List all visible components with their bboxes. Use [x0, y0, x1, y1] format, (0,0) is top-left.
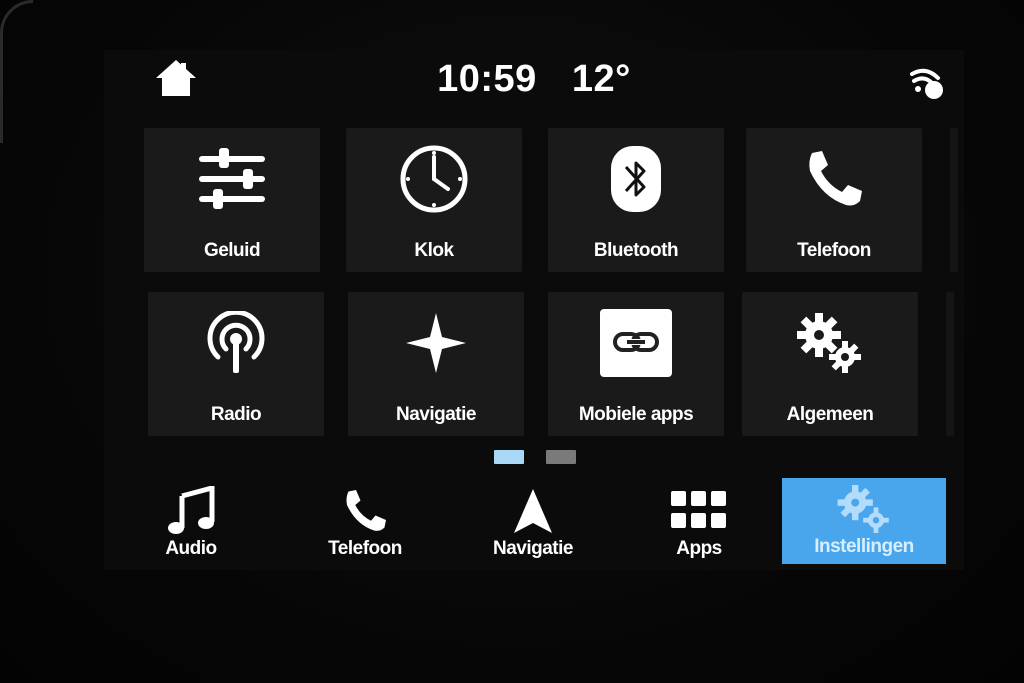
nav-audio[interactable]: Audio: [126, 480, 256, 566]
page-dot-active[interactable]: [494, 450, 524, 464]
nav-navigatie[interactable]: Navigatie: [468, 480, 598, 566]
home-icon: [156, 60, 196, 96]
compass-star-icon: [348, 298, 524, 388]
music-note-icon: [126, 486, 256, 536]
connectivity-icon: [908, 64, 946, 102]
tile-label: Geluid: [203, 240, 261, 261]
tile-label: Telefoon: [797, 240, 871, 261]
tile-label: Navigatie: [396, 404, 476, 425]
clock-icon: [346, 134, 522, 224]
gears-icon: [742, 298, 918, 388]
outside-temperature: 12°: [571, 58, 631, 100]
tile-mobiele-apps[interactable]: Mobiele apps: [548, 292, 724, 436]
nav-label: Instellingen: [814, 536, 914, 557]
status-bar: 10:59 12°: [104, 50, 964, 120]
link-icon: [548, 298, 724, 388]
radio-antenna-icon: [148, 298, 324, 388]
nav-telefoon[interactable]: Telefoon: [300, 480, 430, 566]
tile-label: Algemeen: [786, 404, 874, 425]
tile-label: Bluetooth: [593, 240, 679, 261]
tile-label: Klok: [414, 240, 454, 261]
nav-label: Apps: [676, 538, 722, 559]
sliders-icon: [144, 134, 320, 224]
next-page-peek: [946, 292, 954, 436]
tile-bluetooth[interactable]: Bluetooth: [548, 128, 724, 272]
bluetooth-icon: [548, 134, 724, 224]
nav-label: Audio: [165, 538, 217, 559]
nav-label: Navigatie: [493, 538, 573, 559]
nav-label: Telefoon: [328, 538, 402, 559]
tile-label: Radio: [210, 404, 262, 425]
nav-instellingen[interactable]: Instellingen: [782, 478, 946, 564]
tile-klok[interactable]: Klok: [346, 128, 522, 272]
nav-apps[interactable]: Apps: [634, 480, 764, 566]
tile-radio[interactable]: Radio: [148, 292, 324, 436]
touchscreen: 10:59 12° Geluid Klok Bluetooth Telefoon…: [104, 50, 964, 570]
page-indicator: [494, 450, 594, 466]
navigation-arrow-icon: [468, 486, 598, 536]
status-readout: 10:59 12°: [104, 58, 964, 101]
clock-time: 10:59: [437, 58, 537, 100]
phone-icon: [300, 486, 430, 536]
tile-telefoon[interactable]: Telefoon: [746, 128, 922, 272]
bottom-nav: Audio Telefoon Navigatie Apps Instelling…: [104, 478, 964, 570]
tile-label: Mobiele apps: [578, 404, 694, 425]
apps-grid-icon: [634, 486, 764, 536]
next-page-peek: [950, 128, 958, 272]
tile-algemeen[interactable]: Algemeen: [742, 292, 918, 436]
tile-geluid[interactable]: Geluid: [144, 128, 320, 272]
home-button[interactable]: [152, 56, 200, 100]
bezel-edge: [0, 0, 33, 143]
page-dot[interactable]: [546, 450, 576, 464]
gears-icon: [782, 484, 946, 534]
phone-icon: [746, 134, 922, 224]
tile-navigatie[interactable]: Navigatie: [348, 292, 524, 436]
